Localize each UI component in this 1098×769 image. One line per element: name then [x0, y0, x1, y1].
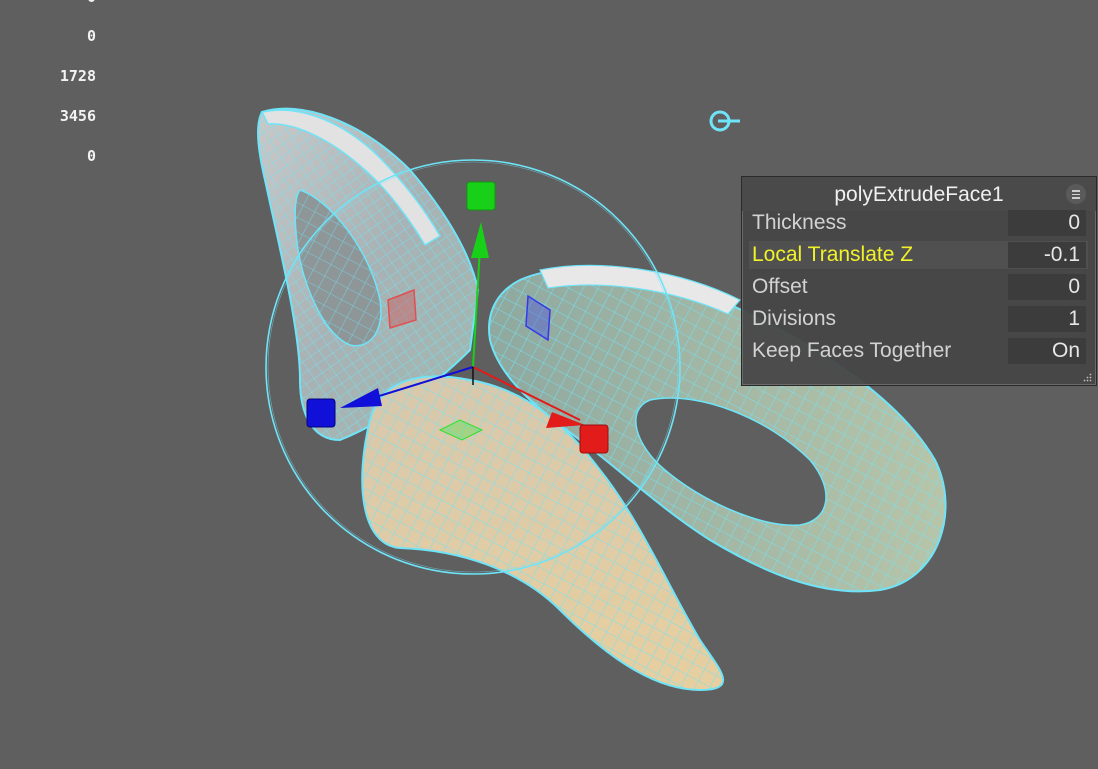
viewport-3d[interactable]: 0 0 1728 3456 0: [0, 0, 1098, 769]
attr-value-field[interactable]: On: [1008, 338, 1086, 364]
panel-menu-icon[interactable]: [1066, 184, 1086, 204]
resize-grip-icon[interactable]: [1082, 372, 1092, 382]
attr-row-local-translate-z[interactable]: Local Translate Z -0.1: [749, 241, 1088, 269]
attr-row-offset[interactable]: Offset 0: [749, 273, 1088, 301]
axis-z-cube[interactable]: [306, 398, 336, 428]
attr-label: Offset: [752, 275, 808, 298]
camera-pivot-icon[interactable]: [706, 106, 746, 136]
axis-y-cube[interactable]: [466, 181, 496, 211]
axis-x-cube[interactable]: [579, 424, 609, 454]
axis-y-cone[interactable]: [471, 222, 489, 258]
attr-label-active: Local Translate Z: [752, 243, 914, 266]
attr-value-field[interactable]: 1: [1008, 306, 1086, 332]
editor-header[interactable]: polyExtrudeFace1: [742, 177, 1096, 211]
attr-label: Thickness: [752, 211, 847, 234]
attr-row-thickness[interactable]: Thickness 0: [749, 209, 1088, 237]
attr-row-divisions[interactable]: Divisions 1: [749, 305, 1088, 333]
attr-value-field[interactable]: 0: [1008, 210, 1086, 236]
attr-label: Keep Faces Together: [752, 339, 952, 362]
editor-title: polyExtrudeFace1: [834, 183, 1004, 206]
attr-row-keep-faces-together[interactable]: Keep Faces Together On: [749, 337, 1088, 365]
attr-value-field[interactable]: -0.1: [1008, 242, 1086, 268]
in-view-editor[interactable]: polyExtrudeFace1 Thickness 0 Local Trans…: [741, 176, 1097, 386]
attr-value-field[interactable]: 0: [1008, 274, 1086, 300]
attr-label: Divisions: [752, 307, 837, 330]
